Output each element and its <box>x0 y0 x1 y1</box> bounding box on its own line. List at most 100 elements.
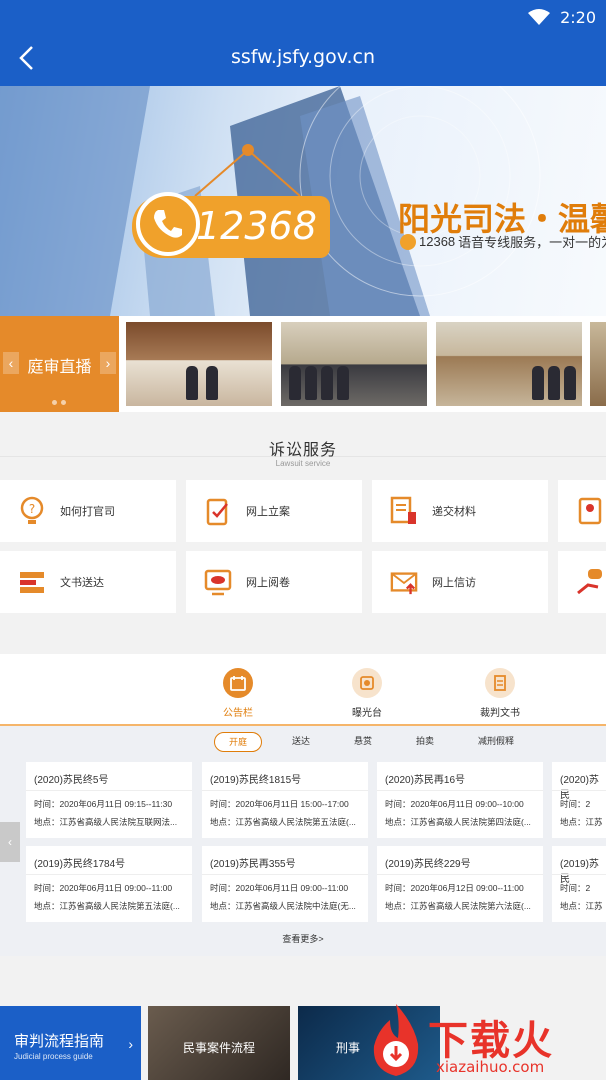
civil-process-card[interactable]: 民事案件流程 <box>148 1006 290 1080</box>
watermark-url: xiazaihuo.com <box>436 1058 545 1076</box>
service-online-petition[interactable]: 网上信访 <box>372 551 548 613</box>
view-more-link[interactable]: 查看更多> <box>0 932 606 945</box>
services-header: 诉讼服务 Lawsuit service <box>0 436 606 468</box>
subtab-reward[interactable]: 悬赏 <box>346 732 380 752</box>
carousel-left-arrow-icon[interactable]: ‹ <box>0 822 20 862</box>
case-number: (2020)苏民终5号 <box>34 775 109 786</box>
hotline-number: 12368 <box>196 204 317 248</box>
question-bulb-icon: ? <box>18 496 46 526</box>
case-number: (2019)苏民终1784号 <box>34 859 126 870</box>
chevron-right-icon: › <box>128 1036 133 1052</box>
tab-label: 曝光台 <box>352 708 382 719</box>
live-court-strip: ‹ 庭审直播 › <box>0 316 606 412</box>
subtab-commutation[interactable]: 减刑假释 <box>470 732 522 752</box>
case-number: (2019)苏民再355号 <box>210 859 296 870</box>
service-how-to-sue[interactable]: ? 如何打官司 <box>0 480 176 542</box>
monitor-eye-icon <box>204 567 232 597</box>
service-more-2[interactable] <box>558 551 606 613</box>
case-card[interactable]: (2019)苏民再355号 时间：2020年06月11日 09:00--11:0… <box>202 846 368 922</box>
hotline-phone <box>136 192 200 256</box>
watermark: 下载火 xiazaihuo.com <box>356 1000 606 1080</box>
guide-subtitle: Judicial process guide <box>14 1052 93 1061</box>
live-thumbnail[interactable] <box>281 322 427 406</box>
services-subtitle: Lawsuit service <box>275 459 331 468</box>
case-number: (2020)苏民 <box>560 775 599 801</box>
status-time: 2:20 <box>560 7 596 27</box>
case-place: 地点：江苏省高级人民法院第六法庭(... <box>385 901 531 911</box>
case-place: 地点：江苏省高级人民法院第五法庭(... <box>210 817 356 827</box>
judicial-guide-card[interactable]: 审判流程指南 Judicial process guide › <box>0 1006 141 1080</box>
case-place: 地点：江苏省高级人民法院第五法庭(... <box>34 901 180 911</box>
case-card[interactable]: (2020)苏民终5号 时间：2020年06月11日 09:15--11:30 … <box>26 762 192 838</box>
hand-chat-icon <box>576 567 604 597</box>
case-place: 地点：江苏省高级人民法院第四法庭(... <box>385 817 531 827</box>
case-card[interactable]: (2019)苏民 时间：2 地点：江苏 <box>552 846 606 922</box>
banner-subtitle: 12368 语音专线服务，一对一的为 <box>400 232 606 251</box>
judgment-doc-icon <box>485 668 515 698</box>
case-card[interactable]: (2020)苏民 时间：2 地点：江苏 <box>552 762 606 838</box>
case-place: 地点：江苏 <box>560 817 603 827</box>
case-card[interactable]: (2019)苏民终229号 时间：2020年06月12日 09:00--11:0… <box>377 846 543 922</box>
status-bar: 2:20 <box>528 6 596 28</box>
clipboard-edit-icon <box>204 496 232 526</box>
live-next-arrow-icon[interactable]: › <box>100 352 116 374</box>
case-card[interactable]: (2019)苏民终1815号 时间：2020年06月11日 15:00--17:… <box>202 762 368 838</box>
case-card[interactable]: (2020)苏民再16号 时间：2020年06月11日 09:00--10:00… <box>377 762 543 838</box>
subtab-hearing[interactable]: 开庭 <box>214 732 262 752</box>
tab-judgments[interactable]: 裁判文书 <box>455 668 545 719</box>
live-thumbnail[interactable] <box>590 322 606 406</box>
live-court-tile[interactable]: ‹ 庭审直播 › <box>0 316 119 412</box>
wifi-icon <box>528 9 551 25</box>
exposure-icon <box>352 668 382 698</box>
service-document-delivery[interactable]: 文书送达 <box>0 551 176 613</box>
url-title: ssfw.jsfy.gov.cn <box>230 46 376 68</box>
flame-logo-icon <box>373 1004 419 1076</box>
case-time: 时间：2 <box>560 883 591 893</box>
case-time: 时间：2020年06月11日 09:00--11:00 <box>210 883 349 893</box>
case-time: 时间：2020年06月12日 09:00--11:00 <box>385 883 524 893</box>
subtab-delivery[interactable]: 送达 <box>284 732 318 752</box>
case-number: (2019)苏民终1815号 <box>210 775 302 786</box>
service-label: 文书送达 <box>60 577 104 589</box>
phone-icon <box>154 210 182 238</box>
civil-process-label: 民事案件流程 <box>182 1041 255 1055</box>
banner-subtitle-text: 语音专线服务，一对一的为 <box>458 235 606 250</box>
calendar-icon <box>223 668 253 698</box>
tab-label: 裁判文书 <box>480 708 520 719</box>
case-number: (2020)苏民再16号 <box>385 775 466 786</box>
case-card[interactable]: (2019)苏民终1784号 时间：2020年06月11日 09:00--11:… <box>26 846 192 922</box>
banner-subtitle-hotline: 12368 <box>419 234 456 249</box>
live-thumbnail[interactable] <box>126 322 272 406</box>
case-place: 地点：江苏 <box>560 901 603 911</box>
id-card-icon <box>576 496 604 526</box>
service-more-1[interactable] <box>558 480 606 542</box>
case-time: 时间：2020年06月11日 09:00--10:00 <box>385 799 524 809</box>
documents-icon <box>390 496 418 526</box>
service-label: 如何打官司 <box>60 506 115 518</box>
top-bar: 2:20 ssfw.jsfy.gov.cn <box>0 0 606 86</box>
subtab-auction[interactable]: 拍卖 <box>408 732 442 752</box>
service-online-review[interactable]: 网上阅卷 <box>186 551 362 613</box>
case-place: 地点：江苏省高级人民法院互联网法... <box>34 817 178 827</box>
service-label: 网上立案 <box>246 506 290 518</box>
svg-text:?: ? <box>29 502 35 516</box>
service-submit-materials[interactable]: 递交材料 <box>372 480 548 542</box>
envelope-upload-icon <box>390 567 418 597</box>
case-time: 时间：2 <box>560 799 591 809</box>
tab-bulletin[interactable]: 公告栏 <box>193 668 283 719</box>
live-pagination-dots <box>52 400 66 405</box>
services-title: 诉讼服务 <box>268 442 337 459</box>
case-place: 地点：江苏省高级人民法院中法庭(无... <box>210 901 356 911</box>
service-label: 递交材料 <box>432 506 476 518</box>
service-online-filing[interactable]: 网上立案 <box>186 480 362 542</box>
case-time: 时间：2020年06月11日 15:00--17:00 <box>210 799 349 809</box>
tab-exposure[interactable]: 曝光台 <box>322 668 412 719</box>
case-number: (2019)苏民终229号 <box>385 859 471 870</box>
service-label: 网上阅卷 <box>246 577 290 589</box>
send-document-icon <box>18 567 46 597</box>
notice-tabs: 公告栏 曝光台 裁判文书 <box>0 654 606 726</box>
headset-icon <box>400 233 416 250</box>
hero-banner[interactable]: 12368 阳光司法・温馨 12368 语音专线服务，一对一的为 <box>0 86 606 316</box>
live-thumbnail[interactable] <box>436 322 582 406</box>
case-time: 时间：2020年06月11日 09:00--11:00 <box>34 883 173 893</box>
